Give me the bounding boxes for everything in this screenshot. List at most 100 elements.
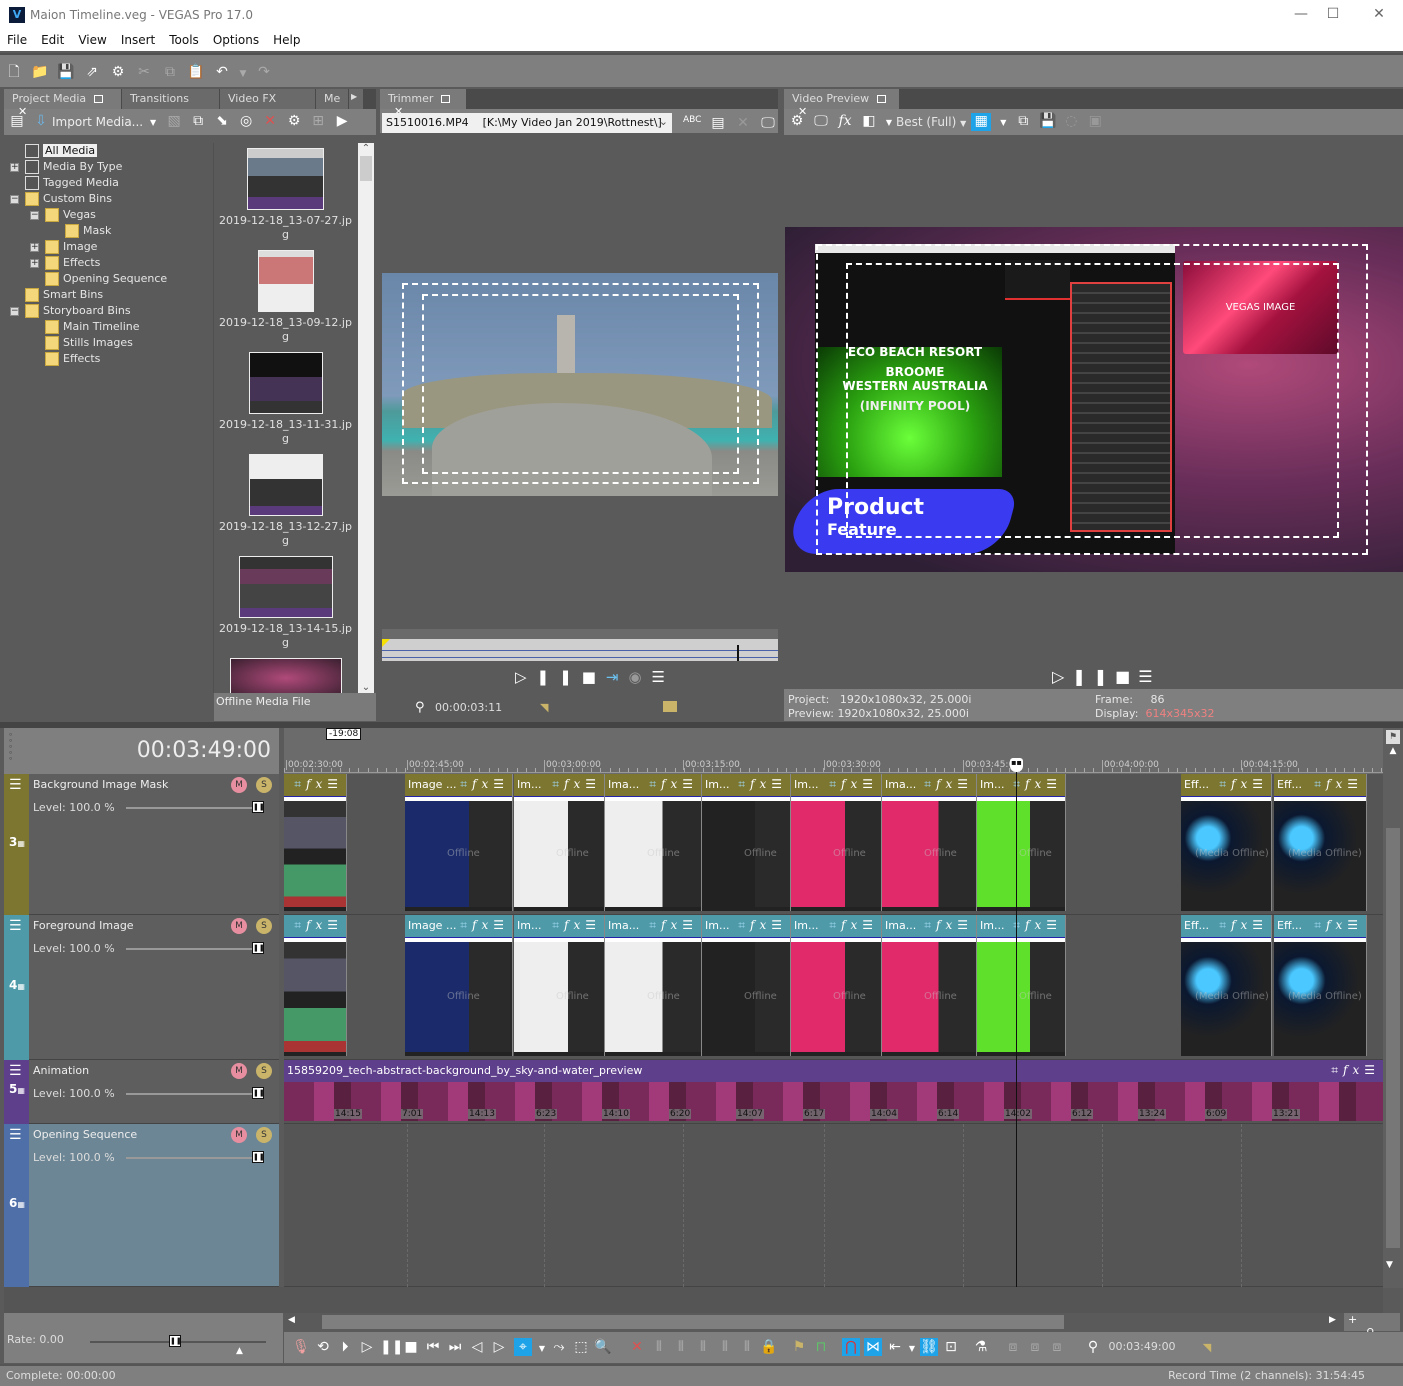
pan-crop-icon[interactable]: ⌗ [1314,918,1326,932]
pan-crop-icon[interactable]: ⌗ [924,918,936,932]
timeline-clip[interactable]: Ima... ⌗fx☰ Offline [882,774,977,911]
selection-marker-icon[interactable]: ◥ [540,701,548,714]
track-name[interactable]: Foreground Image [33,919,134,932]
clip-menu-icon[interactable]: ☰ [957,918,973,932]
playhead-handle[interactable]: ▪▪ [1010,758,1023,772]
maximize-button[interactable]: ☐ [1318,6,1348,26]
clip-fx-icon[interactable]: fx [936,918,957,932]
mute-icon[interactable]: M [231,1063,247,1079]
timeline-clip[interactable]: Ima... ⌗fx☰ Offline [605,774,702,911]
trimmer-video-frame[interactable] [382,273,778,496]
lock-envelopes-icon[interactable]: ⛓ [920,1338,938,1356]
region-icon[interactable] [663,701,677,712]
undock-icon[interactable] [441,95,451,103]
timeline-clip[interactable]: Image ... ⌗fx☰ Offline [405,774,513,911]
menu-file[interactable]: File [0,31,34,47]
clip-header[interactable]: Im... ⌗fx☰ [791,774,881,796]
scroll-up-icon[interactable]: ▲ [1383,746,1403,756]
save-icon[interactable]: 💾 [57,63,75,81]
render-as-icon[interactable]: ⇗ [83,63,101,81]
timeline-clip[interactable]: Image ... ⌗fx☰ Offline [405,915,513,1056]
import-media-icon[interactable]: ⇩ [33,113,49,129]
solo-icon[interactable]: S [256,918,272,934]
clip-fx-icon[interactable]: fx [1231,918,1252,932]
zoom-controls[interactable]: +−⚲ [1344,1313,1400,1339]
timeline-ruler[interactable]: -19:08 00:02:30:00 00:02:45:00 00:03:00:00… [284,728,1383,774]
clip-fx-icon[interactable]: fx [1343,1063,1364,1077]
views-icon[interactable]: ⊞ [310,113,326,129]
clip-header[interactable]: 15859209_tech-abstract-background_by_sky… [284,1060,1383,1082]
level-slider-track[interactable] [126,1093,261,1095]
track-menu-icon[interactable]: ☰ [9,1127,22,1143]
track-menu-icon[interactable]: ☰ [9,918,22,934]
import-dropdown-icon[interactable]: ▼ [148,118,158,127]
redo-icon[interactable]: ↷ [255,63,273,81]
clip-menu-icon[interactable]: ☰ [771,777,787,791]
media-properties-icon[interactable]: ▤ [9,113,25,129]
timeline-clip[interactable]: ⌗fx☰ [284,774,347,911]
clip-fx-icon[interactable]: fx [564,777,585,791]
play-icon[interactable]: ▷ [1052,667,1072,686]
external-monitor-icon[interactable]: 🖵 [813,113,829,129]
clear-icon[interactable]: ✕ [735,115,751,131]
clip-fx-icon[interactable]: fx [661,777,682,791]
clip-fx-icon[interactable]: fx [661,918,682,932]
insert-marker-icon[interactable]: ⚑ [790,1338,808,1356]
solo-icon[interactable]: S [256,777,272,793]
clip-header[interactable]: Im... ⌗fx☰ [977,774,1065,796]
rate-reset-icon[interactable]: ▲ [236,1346,243,1356]
capture-icon[interactable]: ▧ [166,113,182,129]
tab-media-generators[interactable]: Me [316,89,348,109]
tree-item[interactable]: + Image [30,239,97,255]
add-to-timeline-icon[interactable]: ⇥ [606,668,629,686]
minimize-button[interactable]: — [1286,6,1316,26]
properties-icon[interactable]: ⚙ [109,63,127,81]
paste-icon[interactable]: 📋 [187,63,205,81]
track-lane[interactable] [284,1124,1383,1287]
tree-item[interactable]: All Media [10,143,98,159]
undock-icon[interactable] [94,95,104,103]
scroll-thumb[interactable] [1386,828,1400,1248]
pan-crop-icon[interactable]: ⌗ [552,777,564,791]
pause-icon[interactable]: ❚❚ [1072,667,1115,686]
clip-fx-icon[interactable]: fx [1326,918,1347,932]
pan-crop-icon[interactable]: ⌗ [649,918,661,932]
track-header[interactable]: ☰ 6▦ Opening Sequence M S Level: 100.0 % ❚❚ [4,1124,279,1287]
track-header[interactable]: ☰ 4▦ Foreground Image M S Level: 100.0 % ❚❚ [4,915,279,1060]
undock-icon[interactable] [877,95,887,103]
clip-header[interactable]: ⌗fx☰ [284,774,346,796]
lock-icon[interactable]: 🔒 [760,1338,778,1356]
media-fx-icon[interactable]: ⚙ [286,113,302,129]
timeline-clip[interactable]: Im... ⌗fx☰ Offline [702,774,791,911]
clip-header[interactable]: Im... ⌗fx☰ [702,915,790,937]
edit-tool-dropdown-icon[interactable]: ▼ [538,1340,546,1358]
pause-icon[interactable]: ❚❚ [380,1338,403,1356]
split-trim-icon[interactable]: ⦀ [738,1338,756,1356]
clip-fx-icon[interactable]: fx [1025,777,1046,791]
split-icon[interactable]: ⦀ [716,1338,734,1356]
timeline-clip[interactable]: Im... ⌗fx☰ Offline [977,774,1066,911]
tab-project-media[interactable]: Project Media✕ [4,89,121,118]
menu-tools[interactable]: Tools [162,31,206,47]
clip-fx-icon[interactable]: fx [564,918,585,932]
hscroll-thumb[interactable] [322,1315,1064,1329]
timeline-clip[interactable]: Im... ⌗fx☰ Offline [702,915,791,1056]
timeline-clip[interactable]: Ima... ⌗fx☰ Offline [605,915,702,1056]
tab-trimmer[interactable]: Trimmer✕ [380,89,466,118]
grip-icon[interactable]: ∘ ∘ ∘ ∘ ∘ [8,731,13,763]
clip-fx-icon[interactable]: fx [936,777,957,791]
copy-snapshot-icon[interactable]: ⧉ [1015,113,1031,129]
clip-header[interactable]: ⌗fx☰ [284,915,346,937]
tab-video-fx[interactable]: Video FX [220,89,315,109]
clip-header[interactable]: Image ... ⌗fx☰ [405,915,512,937]
auto-crossfade-icon[interactable]: ⋈ [864,1338,882,1356]
tree-item[interactable]: Opening Sequence [30,271,167,287]
menu-view[interactable]: View [71,31,113,47]
clip-header[interactable]: Im... ⌗fx☰ [977,915,1065,937]
clip-header[interactable]: Ima... ⌗fx☰ [882,774,976,796]
expand-icon[interactable]: + [10,162,19,172]
clip-menu-icon[interactable]: ☰ [1252,777,1268,791]
scroll-down-icon[interactable]: ⌄ [358,682,374,693]
clip-menu-icon[interactable]: ☰ [1364,1063,1380,1077]
external-monitor-icon[interactable]: 🖵 [760,115,776,131]
